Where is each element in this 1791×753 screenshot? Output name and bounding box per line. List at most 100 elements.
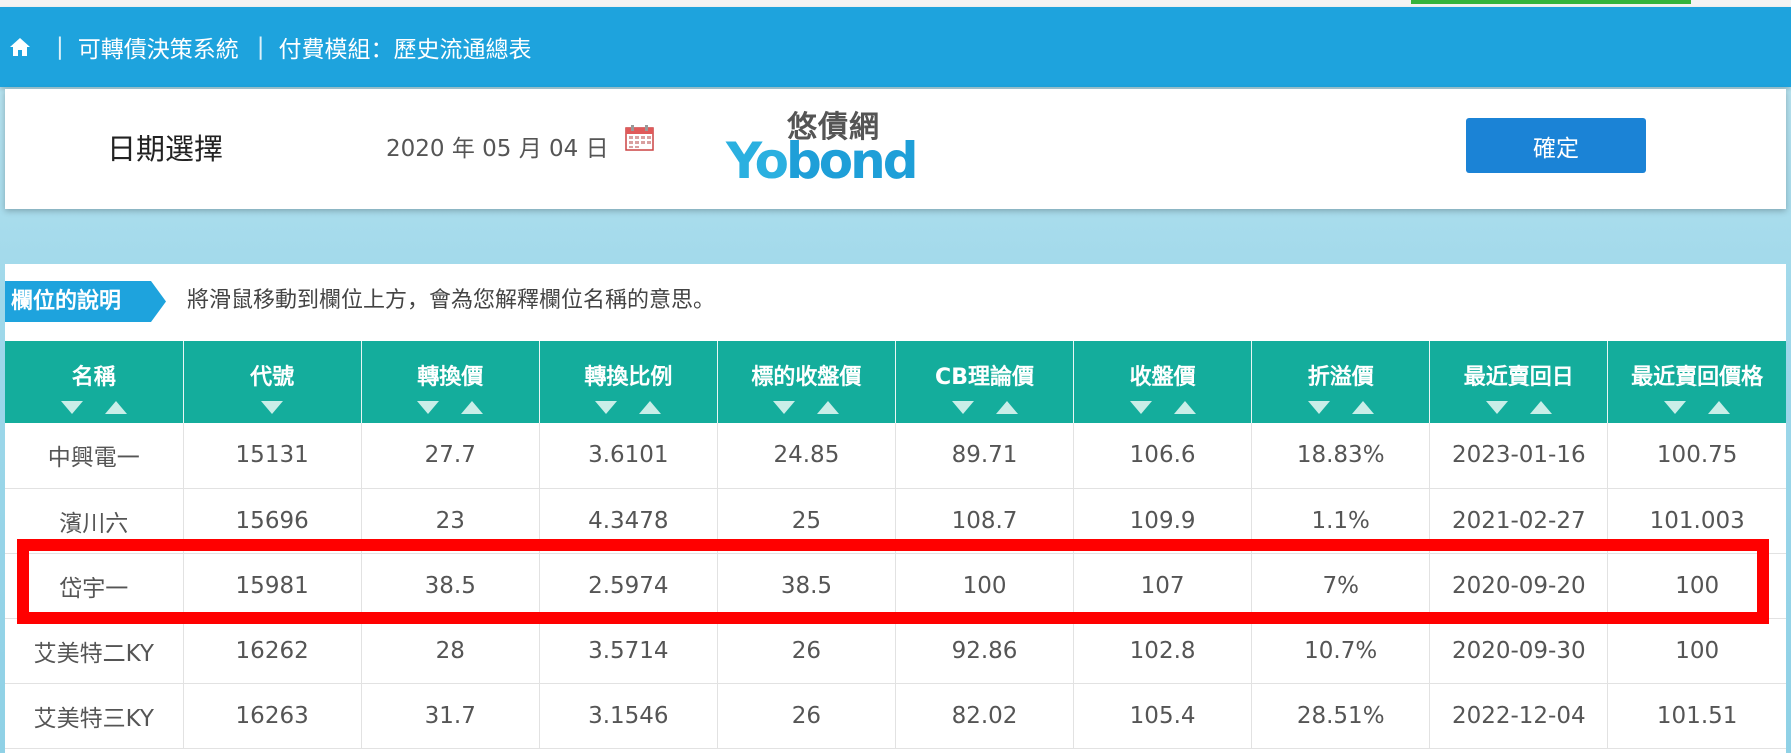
history-table-card: 欄位的說明 將滑鼠移動到欄位上方，會為您解釋欄位名稱的意思。 名稱 代號 轉換價 轉換… (5, 264, 1786, 753)
sort-ascending-icon[interactable] (1351, 401, 1374, 414)
date-input[interactable]: 2020 年 05 月 04 日 (386, 89, 609, 209)
confirm-button[interactable]: 確定 (1466, 118, 1646, 173)
table-cell: 艾美特二KY (5, 618, 184, 684)
sort-ascending-icon[interactable] (461, 401, 484, 414)
sort-descending-icon[interactable] (951, 401, 974, 414)
table-cell: 2020-09-30 (1429, 618, 1609, 684)
table-cell: 28.51% (1251, 683, 1431, 749)
column-header[interactable]: 收盤價 (1073, 341, 1253, 423)
sort-descending-icon[interactable] (60, 401, 83, 414)
logo-yo: Yo (726, 132, 789, 190)
breadcrumb-system[interactable]: 可轉債決策系統 (78, 30, 239, 64)
column-header-label: 標的收盤價 (751, 365, 862, 390)
table-body: 中興電一 15131 27.7 3.6101 24.85 89.71 106.6 18.83%… (5, 423, 1786, 749)
table-cell: 38.5 (361, 553, 540, 619)
sort-ascending-icon[interactable] (1708, 401, 1731, 414)
breadcrumb-module[interactable]: 付費模組：歷史流通總表 (279, 30, 532, 64)
column-header-label: 名稱 (71, 365, 116, 390)
column-header-label: 折溢價 (1307, 365, 1374, 390)
breadcrumb-separator: | (256, 34, 265, 60)
table-row: 中興電一 15131 27.7 3.6101 24.85 89.71 106.6 18.83%… (5, 423, 1786, 489)
column-header[interactable]: 轉換比例 (539, 341, 718, 423)
table-cell: 109.9 (1073, 488, 1253, 554)
column-header[interactable]: 折溢價 (1251, 341, 1431, 423)
sort-descending-icon[interactable] (1485, 401, 1508, 414)
sort-controls (1252, 401, 1429, 414)
table-cell: 2.5974 (539, 553, 718, 619)
sort-descending-icon[interactable] (1307, 401, 1330, 414)
table-cell: 107 (1073, 553, 1253, 619)
sort-ascending-icon[interactable] (1529, 401, 1552, 414)
sort-descending-icon[interactable] (1664, 401, 1687, 414)
table-cell: 101.51 (1607, 683, 1786, 749)
column-header-label: 最近賣回價格 (1631, 365, 1764, 390)
date-label: 日期選擇 (107, 132, 224, 166)
sort-controls (1608, 401, 1786, 414)
sort-controls (540, 401, 717, 414)
logo-english-text: Yobond (726, 132, 919, 190)
sort-ascending-icon[interactable] (817, 401, 840, 414)
table-cell: 105.4 (1073, 683, 1253, 749)
column-header[interactable]: 標的收盤價 (717, 341, 896, 423)
table-row: 濱川六 15696 23 4.3478 25 108.7 109.9 1.1% 2021-02-… (5, 488, 1786, 554)
table-cell: 15981 (183, 553, 362, 619)
table-cell: 38.5 (717, 553, 896, 619)
sort-controls (1430, 401, 1607, 414)
sort-descending-icon[interactable] (261, 401, 284, 414)
home-icon[interactable] (2, 31, 38, 63)
table-header-row: 名稱 代號 轉換價 轉換比例 標的收盤價 CB理論價 收盤價 折溢價 最近賣回日 最近賣回價格 (5, 341, 1786, 423)
table-cell: 24.85 (717, 423, 896, 489)
column-header[interactable]: 轉換價 (361, 341, 540, 423)
table-cell: 31.7 (361, 683, 540, 749)
table-cell: 中興電一 (5, 423, 184, 489)
table-cell: 25 (717, 488, 896, 554)
table-cell: 2021-02-27 (1429, 488, 1609, 554)
sort-descending-icon[interactable] (773, 401, 796, 414)
column-header-label: 代號 (250, 365, 295, 390)
column-header-label: 收盤價 (1129, 365, 1196, 390)
column-header[interactable]: 代號 (183, 341, 362, 423)
table-cell: 濱川六 (5, 488, 184, 554)
table-cell: 3.1546 (539, 683, 718, 749)
sort-descending-icon[interactable] (1129, 401, 1152, 414)
table-row: 艾美特二KY 16262 28 3.5714 26 92.86 102.8 10.7% 2020… (5, 618, 1786, 684)
table-cell: 92.86 (895, 618, 1075, 684)
table-cell: 3.5714 (539, 618, 718, 684)
sort-descending-icon[interactable] (417, 401, 440, 414)
top-green-tab (1411, 0, 1691, 4)
calendar-icon[interactable] (625, 124, 654, 151)
logo-bond: bond (785, 132, 919, 190)
sort-descending-icon[interactable] (595, 401, 618, 414)
table-cell: 16262 (183, 618, 362, 684)
sort-ascending-icon[interactable] (995, 401, 1018, 414)
table-cell: 27.7 (361, 423, 540, 489)
breadcrumb-separator: | (56, 34, 64, 60)
table-cell: 28 (361, 618, 540, 684)
column-header[interactable]: 最近賣回日 (1429, 341, 1609, 423)
table-cell: 岱宇一 (5, 553, 184, 619)
column-header[interactable]: CB理論價 (895, 341, 1075, 423)
table-cell: 16263 (183, 683, 362, 749)
table-cell: 102.8 (1073, 618, 1253, 684)
table-cell: 1.1% (1251, 488, 1431, 554)
sort-ascending-icon[interactable] (639, 401, 662, 414)
table-cell: 2020-09-20 (1429, 553, 1609, 619)
table-cell: 100 (1607, 553, 1786, 619)
column-description-tag: 欄位的說明 (5, 281, 166, 322)
column-header-label: 轉換價 (417, 365, 484, 390)
cb-history-table: 名稱 代號 轉換價 轉換比例 標的收盤價 CB理論價 收盤價 折溢價 最近賣回日 最近賣回價格 中… (5, 341, 1786, 749)
sort-controls (5, 401, 183, 414)
table-cell: 100 (895, 553, 1075, 619)
sort-ascending-icon[interactable] (1173, 401, 1196, 414)
column-header[interactable]: 最近賣回價格 (1607, 341, 1786, 423)
table-cell: 艾美特三KY (5, 683, 184, 749)
sort-controls (718, 401, 895, 414)
table-cell: 108.7 (895, 488, 1075, 554)
table-cell: 18.83% (1251, 423, 1431, 489)
table-cell: 2022-12-04 (1429, 683, 1609, 749)
sort-ascending-icon[interactable] (104, 401, 127, 414)
column-header[interactable]: 名稱 (5, 341, 184, 423)
table-cell: 2023-01-16 (1429, 423, 1609, 489)
sort-controls (362, 401, 539, 414)
table-cell: 100 (1607, 618, 1786, 684)
